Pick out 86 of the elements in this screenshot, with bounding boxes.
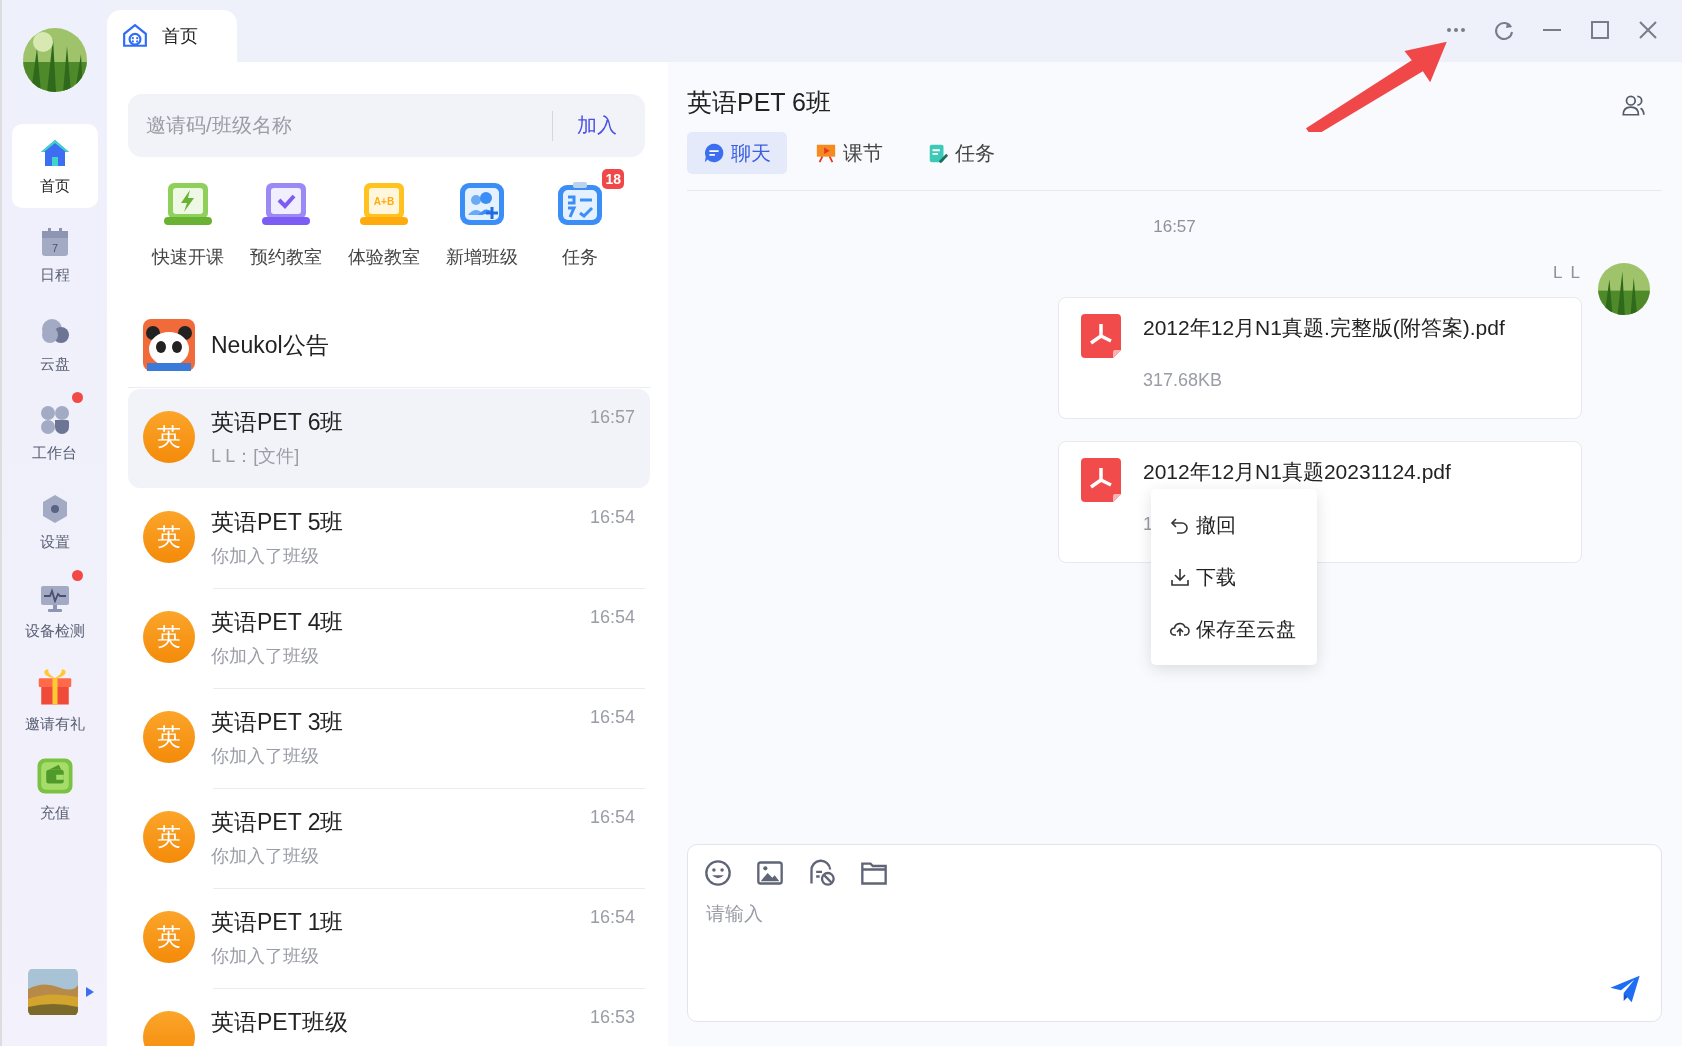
class-avatar: 英 — [143, 611, 195, 663]
conversation-item[interactable]: 英 英语PET 5班 16:54 你加入了班级 — [128, 489, 650, 588]
presentation-icon — [815, 142, 837, 164]
download-icon — [1170, 567, 1190, 587]
conversation-item[interactable]: 英 英语PET 1班 16:54 你加入了班级 — [128, 889, 650, 988]
conversation-preview: 你加入了班级 — [211, 845, 320, 868]
pdf-icon — [1081, 314, 1121, 358]
conversation-time: 16:54 — [589, 507, 635, 529]
chat-tab[interactable]: 聊天 — [687, 132, 787, 174]
apps-icon — [38, 403, 71, 436]
calendar-day: 7 — [51, 241, 58, 254]
conversation-item[interactable]: 英 英语PET 4班 16:54 你加入了班级 — [128, 589, 650, 688]
conversation-preview: 你加入了班级 — [211, 545, 320, 568]
nav-item[interactable]: 首页 — [11, 124, 98, 208]
conversation-title: 英语PET 4班 — [211, 608, 344, 637]
conversation-time: 16:54 — [589, 907, 635, 929]
nav-item[interactable]: 7 日程 — [11, 213, 98, 297]
message-input[interactable]: 请输入 — [704, 899, 1645, 947]
search-field[interactable]: 邀请码/班级名称 加入 — [128, 94, 645, 157]
image-icon[interactable] — [756, 859, 784, 887]
notice-item[interactable]: Neukol公告 — [143, 319, 668, 383]
file-name: 2012年12月N1真题.完整版(附答案).pdf — [1143, 315, 1505, 341]
expand-icon[interactable] — [85, 987, 94, 997]
chat-tab[interactable]: 任务 — [911, 132, 1011, 174]
conversation-time: 16:54 — [589, 607, 635, 629]
maximize-icon[interactable] — [1588, 18, 1612, 42]
conversation-preview: 你加入了班级 — [211, 945, 320, 968]
class-avatar: 英 — [143, 911, 195, 963]
send-icon[interactable] — [1609, 973, 1641, 1005]
join-button[interactable]: 加入 — [577, 112, 629, 139]
conversation-title: 英语PET 6班 — [211, 408, 344, 437]
message-composer[interactable]: 请输入 — [687, 844, 1662, 1022]
emoji-icon[interactable] — [704, 859, 732, 887]
nav-item[interactable]: 工作台 — [11, 391, 98, 475]
file-size: 317.68KB — [1143, 370, 1223, 391]
menu-item[interactable]: 撤回 — [1151, 499, 1317, 551]
conversation-item[interactable]: 英 英语PET 3班 16:54 你加入了班级 — [128, 689, 650, 788]
conversation-preview: L L：[文件] — [211, 445, 301, 468]
undo-icon — [1170, 515, 1190, 535]
file-size: 1 — [1143, 514, 1153, 535]
action-item[interactable]: 新增班级 — [433, 167, 531, 269]
home-tab[interactable]: 首页 — [107, 10, 237, 62]
file-name: 2012年12月N1真题20231124.pdf — [1143, 459, 1451, 485]
menu-item[interactable]: 保存至云盘 — [1151, 603, 1317, 655]
conversation-time: 16:57 — [589, 407, 635, 429]
message-time: 16:57 — [1153, 217, 1196, 237]
pdf-icon — [1081, 458, 1121, 502]
nav-item[interactable]: 设置 — [11, 480, 98, 564]
conversation-time: 16:53 — [589, 1007, 635, 1029]
class-avatar: 英 — [143, 711, 195, 763]
members-icon[interactable] — [1620, 92, 1646, 118]
chat-bubble-icon — [703, 142, 725, 164]
action-item[interactable]: 18 任务 — [531, 167, 629, 269]
chat-tab[interactable]: 课节 — [799, 132, 899, 174]
house-icon — [122, 23, 148, 49]
count-badge: 18 — [602, 169, 624, 189]
action-item[interactable]: 快速开课 — [139, 167, 237, 269]
sender-name: L L — [1553, 263, 1582, 283]
conversation-title: 英语PET 2班 — [211, 808, 344, 837]
conversation-title: 英语PET 1班 — [211, 908, 344, 937]
panda-icon — [143, 319, 195, 371]
class-avatar: 英 — [143, 511, 195, 563]
nav-item[interactable]: 邀请有礼 — [11, 658, 98, 742]
conversation-time: 16:54 — [589, 707, 635, 729]
menu-item[interactable]: 下载 — [1151, 551, 1317, 603]
class-avatar: 英 — [143, 811, 195, 863]
conversation-title: 英语PET班级 — [211, 1008, 348, 1037]
board-label: A+B — [373, 196, 395, 207]
nav-item[interactable]: 设备检测 — [11, 569, 98, 653]
nav-item[interactable]: 充值 — [11, 747, 98, 831]
conversation-preview: 你加入了班级 — [211, 745, 320, 768]
action-item[interactable]: 预约教室 — [237, 167, 335, 269]
class-avatar: 英 — [143, 411, 195, 463]
conversation-title: 英语PET 5班 — [211, 508, 344, 537]
action-item[interactable]: A+B 体验教室 — [335, 167, 433, 269]
sender-avatar — [1598, 263, 1650, 315]
conversation-time: 16:54 — [589, 807, 635, 829]
conversation-title: 英语PET 3班 — [211, 708, 344, 737]
chat-title: 英语PET 6班 — [687, 86, 832, 118]
conversation-item[interactable]: 英 英语PET 6班 16:57 L L：[文件] — [128, 389, 650, 488]
blocked-file-icon[interactable] — [808, 859, 836, 887]
conversation-item[interactable]: 英 英语PET 2班 16:54 你加入了班级 — [128, 789, 650, 888]
file-message[interactable]: 2012年12月N1真题.完整版(附答案).pdf 317.68KB — [1058, 297, 1582, 419]
conversation-preview: 你加入了班级 — [211, 645, 320, 668]
task-edit-icon — [927, 142, 949, 164]
nav-item[interactable]: 云盘 — [11, 302, 98, 386]
